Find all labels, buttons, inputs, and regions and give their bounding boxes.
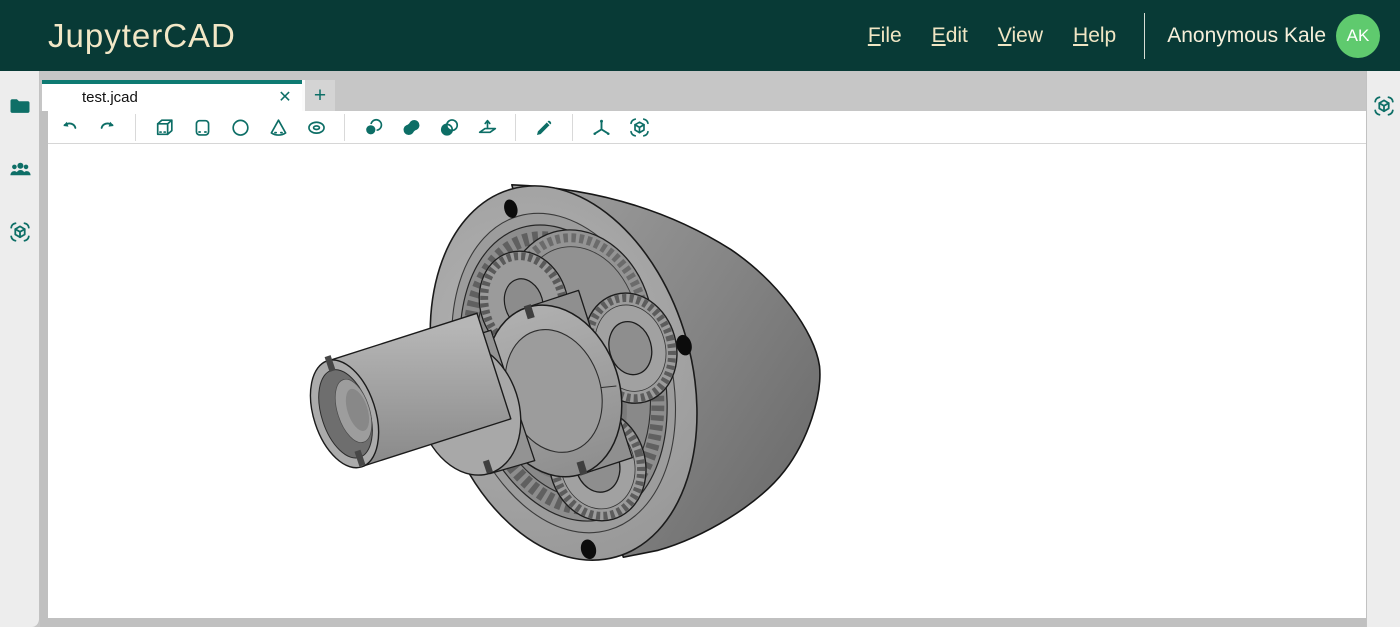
sketch-pencil-icon	[533, 116, 556, 139]
toolbar-separator	[344, 114, 345, 141]
avatar-initials: AK	[1347, 26, 1370, 46]
annotation-cube-icon	[8, 220, 32, 244]
main-column: test.jcad ✕ +	[40, 71, 1366, 627]
header-divider	[1144, 13, 1145, 59]
union-icon	[400, 116, 423, 139]
redo-button[interactable]	[94, 114, 120, 140]
axes-helper-button[interactable]	[588, 114, 614, 140]
right-sidebar	[1366, 71, 1400, 627]
app-logo: JupyterCAD	[48, 17, 236, 55]
cad-toolbar	[48, 111, 1366, 144]
exploded-view-button[interactable]	[626, 114, 652, 140]
collaborators-button[interactable]	[7, 156, 33, 182]
tab-test-jcad[interactable]: test.jcad ✕	[42, 80, 302, 111]
undo-icon	[58, 116, 81, 139]
new-sphere-button[interactable]	[227, 114, 253, 140]
extrusion-icon	[476, 116, 499, 139]
new-box-button[interactable]	[151, 114, 177, 140]
toolbar-separator	[572, 114, 573, 141]
sphere-icon	[229, 116, 252, 139]
undo-button[interactable]	[56, 114, 82, 140]
boolean-union-button[interactable]	[398, 114, 424, 140]
menu-edit[interactable]: Edit	[932, 24, 968, 48]
toolbar-separator	[135, 114, 136, 141]
intersection-icon	[438, 116, 461, 139]
torus-icon	[305, 116, 328, 139]
extrusion-button[interactable]	[474, 114, 500, 140]
main-menu: File Edit View Help	[868, 24, 1116, 48]
tab-bar: test.jcad ✕ +	[40, 71, 1366, 111]
file-browser-button[interactable]	[7, 93, 33, 119]
app-header: JupyterCAD File Edit View Help Anonymous…	[0, 0, 1400, 71]
menu-help[interactable]: Help	[1073, 24, 1116, 48]
app-body: test.jcad ✕ +	[0, 71, 1400, 627]
boolean-intersection-button[interactable]	[436, 114, 462, 140]
boolean-cut-button[interactable]	[360, 114, 386, 140]
viewport	[48, 144, 1366, 618]
new-torus-button[interactable]	[303, 114, 329, 140]
users-icon	[8, 157, 32, 181]
gearbox-model[interactable]	[298, 154, 820, 592]
objects-panel-button[interactable]	[1371, 93, 1397, 119]
new-cylinder-button[interactable]	[189, 114, 215, 140]
toolbar-separator	[515, 114, 516, 141]
new-tab-button[interactable]: +	[305, 80, 335, 111]
folder-icon	[8, 94, 32, 118]
gearbox-3d-model[interactable]	[48, 144, 1366, 618]
sketch-button[interactable]	[531, 114, 557, 140]
tab-close-button[interactable]: ✕	[268, 90, 302, 106]
cylinder-icon	[191, 116, 214, 139]
left-sidebar	[0, 71, 40, 627]
cut-icon	[362, 116, 385, 139]
header-right: File Edit View Help Anonymous Kale AK	[868, 13, 1380, 59]
tab-label: test.jcad	[42, 89, 268, 106]
close-icon: ✕	[278, 89, 291, 106]
user-avatar[interactable]: AK	[1336, 14, 1380, 58]
redo-icon	[96, 116, 119, 139]
axes-helper-icon	[590, 116, 613, 139]
annotations-panel-button[interactable]	[7, 219, 33, 245]
menu-file[interactable]: File	[868, 24, 902, 48]
menu-view[interactable]: View	[998, 24, 1043, 48]
box-icon	[153, 116, 176, 139]
new-cone-button[interactable]	[265, 114, 291, 140]
plus-icon: +	[314, 85, 326, 106]
user-name: Anonymous Kale	[1167, 24, 1326, 48]
exploded-view-icon	[628, 116, 651, 139]
annotation-cube-icon	[1372, 94, 1396, 118]
cone-icon	[267, 116, 290, 139]
